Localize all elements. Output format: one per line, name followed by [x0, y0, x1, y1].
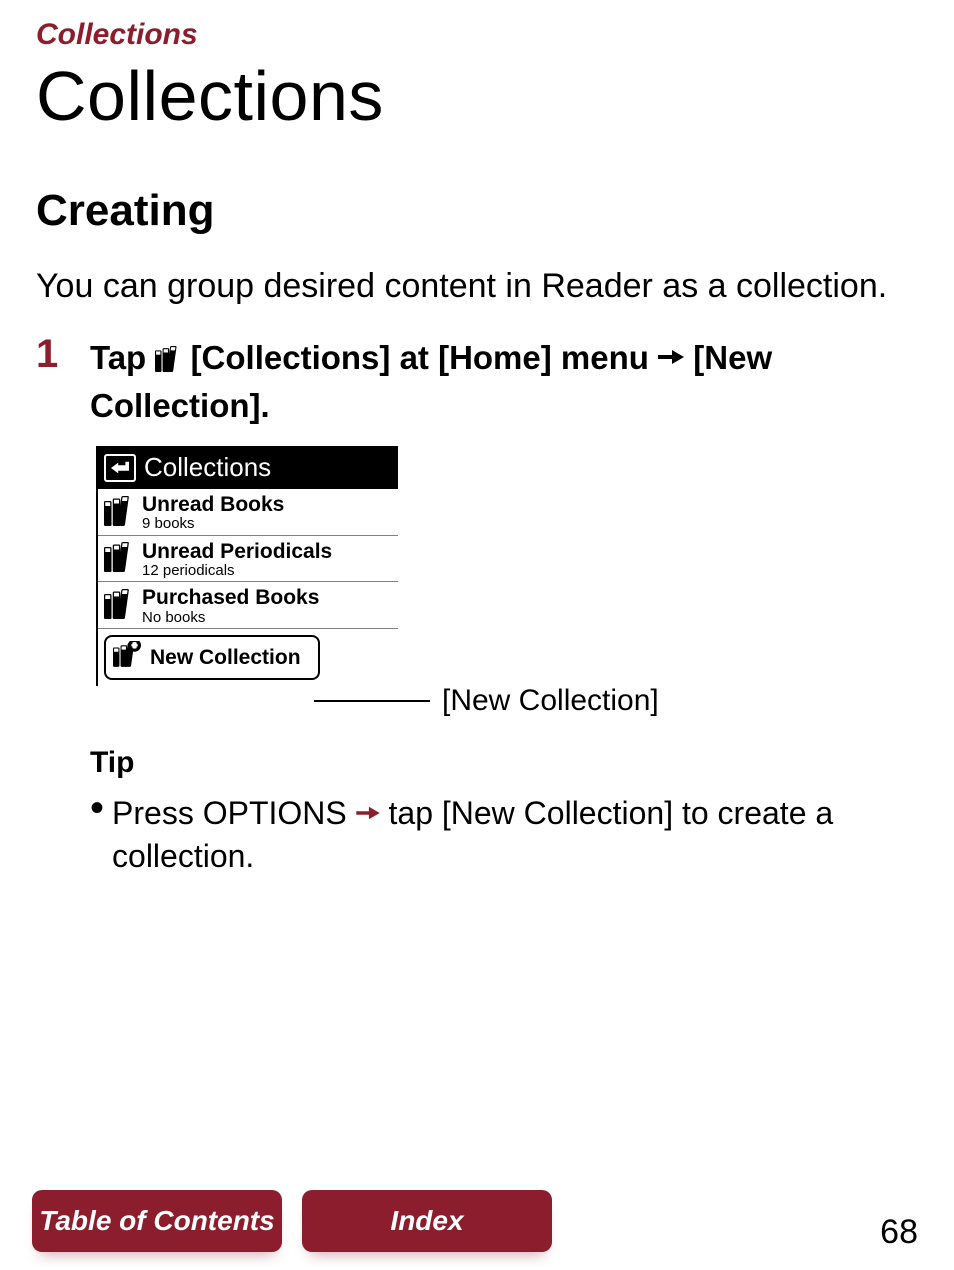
- new-collection-label: New Collection: [150, 646, 301, 670]
- step-text-pre: Tap: [90, 339, 155, 376]
- intro-paragraph: You can group desired content in Reader …: [36, 264, 918, 308]
- device-header: Collections: [98, 446, 398, 489]
- callout-label: [New Collection]: [442, 684, 659, 718]
- device-header-title: Collections: [144, 452, 271, 483]
- arrow-right-icon: [356, 793, 389, 829]
- tip-text-pre: Press OPTIONS: [112, 795, 356, 831]
- step-1: 1 Tap [Collections] at [Home] menu [New …: [36, 334, 918, 428]
- row-title: Purchased Books: [142, 586, 319, 609]
- row-title: Unread Books: [142, 493, 284, 516]
- new-collection-icon: [112, 641, 142, 674]
- collections-icon: [155, 339, 181, 384]
- tip-block: Tip • Press OPTIONS tap [New Collection]…: [90, 746, 918, 878]
- row-title: Unread Periodicals: [142, 540, 332, 563]
- footer: Table of Contents Index 68: [32, 1190, 918, 1252]
- list-item: Unread Periodicals 12 periodicals: [98, 536, 398, 583]
- index-button[interactable]: Index: [302, 1190, 552, 1252]
- bullet-icon: •: [90, 790, 104, 826]
- collections-icon: [104, 542, 134, 577]
- tip-heading: Tip: [90, 746, 918, 780]
- collections-icon: [104, 496, 134, 531]
- row-subtitle: 9 books: [142, 516, 284, 533]
- callout: [New Collection]: [314, 684, 659, 718]
- toc-button[interactable]: Table of Contents: [32, 1190, 282, 1252]
- row-subtitle: No books: [142, 610, 319, 627]
- device-screenshot: Collections Unread Books 9 books: [36, 446, 918, 686]
- row-subtitle: 12 periodicals: [142, 563, 332, 580]
- arrow-right-icon: [658, 334, 684, 379]
- section-label: Collections: [36, 18, 918, 52]
- collections-icon: [104, 589, 134, 624]
- new-collection-row: New Collection: [104, 635, 320, 680]
- back-icon: [104, 454, 136, 482]
- page-title: Collections: [36, 56, 918, 136]
- step-text-mid1: [Collections] at [Home] menu: [191, 339, 659, 376]
- step-instruction: Tap [Collections] at [Home] menu [New Co…: [90, 334, 918, 428]
- callout-line: [314, 700, 430, 702]
- list-item: Purchased Books No books: [98, 582, 398, 629]
- tip-text: Press OPTIONS tap [New Collection] to cr…: [112, 790, 918, 878]
- step-number: 1: [36, 334, 76, 374]
- page-number: 68: [880, 1213, 918, 1252]
- subheading-creating: Creating: [36, 186, 918, 236]
- list-item: Unread Books 9 books: [98, 489, 398, 536]
